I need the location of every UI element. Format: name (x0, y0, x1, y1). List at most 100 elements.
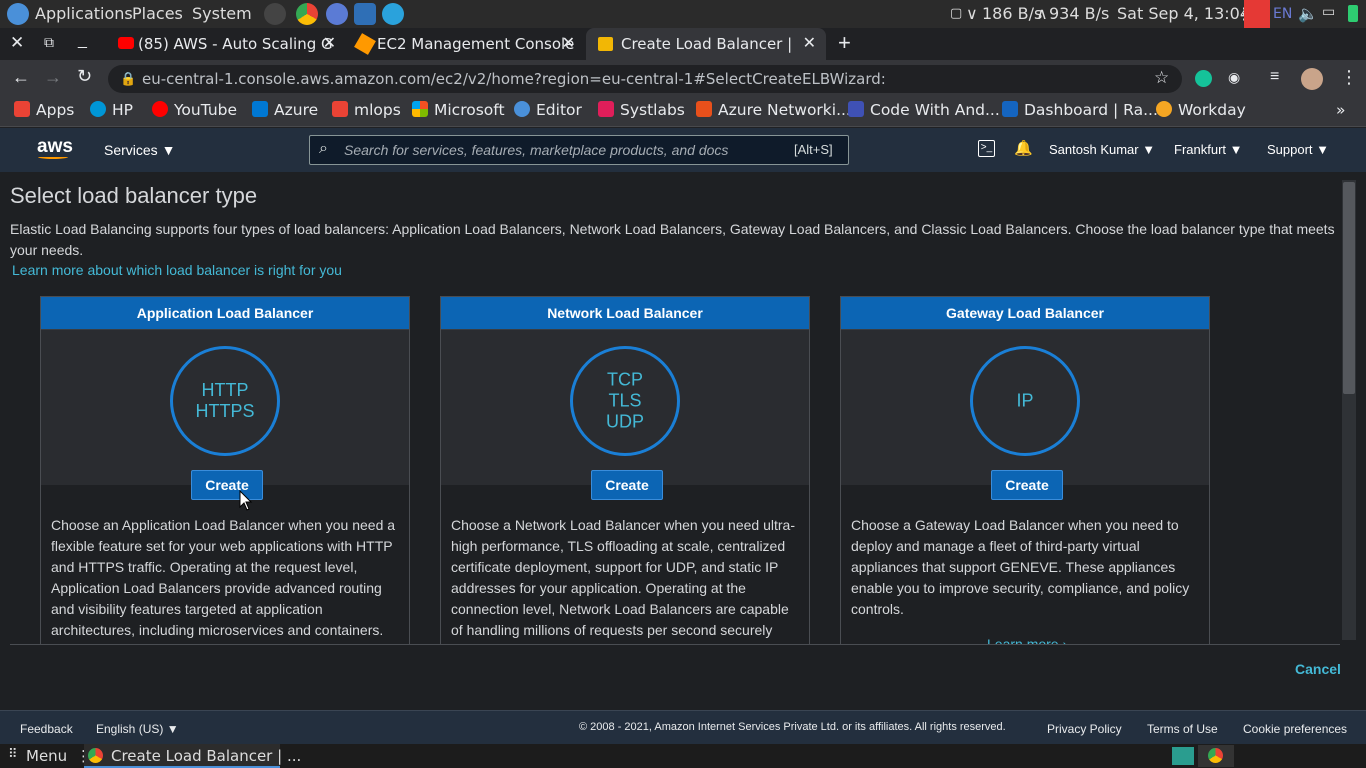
bookmark-microsoft[interactable]: Microsoft (412, 101, 505, 119)
chrome-icon (88, 748, 103, 763)
taskbar-window-button[interactable]: Create Load Balancer | ... (84, 744, 301, 768)
feedback-link[interactable]: Feedback (20, 722, 73, 736)
terminal-launcher-icon[interactable] (264, 3, 286, 25)
bookmark-hp[interactable]: HP (90, 101, 133, 119)
vscode-launcher-icon[interactable] (354, 3, 376, 25)
privacy-policy-link[interactable]: Privacy Policy (1047, 722, 1122, 736)
app-tray-icon[interactable] (1244, 0, 1270, 28)
learn-more-link[interactable]: Learn more about which load balancer is … (12, 262, 342, 278)
minimize-window-icon[interactable]: _ (78, 32, 87, 50)
protocol-label: HTTP HTTPS (195, 380, 255, 421)
bookmark-editor[interactable]: Editor (514, 101, 582, 119)
notifications-bell-icon[interactable]: 🔔 (1014, 139, 1033, 157)
search-input[interactable] (344, 141, 774, 159)
bookmark-code-with-andrea[interactable]: Code With And... (848, 101, 1000, 119)
create-nlb-button[interactable]: Create (591, 470, 663, 500)
aws-smile-icon (38, 155, 68, 159)
reload-icon[interactable]: ↻ (77, 66, 92, 87)
lock-icon[interactable]: 🔒 (120, 71, 136, 87)
language-selector[interactable]: English (US) ▼ (96, 722, 179, 736)
places-menu[interactable]: Places (132, 4, 183, 23)
url-text[interactable]: eu-central-1.console.aws.amazon.com/ec2/… (142, 70, 886, 88)
main-content: Select load balancer type Elastic Load B… (0, 172, 1366, 710)
workspace-2[interactable] (1198, 745, 1234, 767)
telegram-launcher-icon[interactable] (382, 3, 404, 25)
start-menu[interactable]: Menu (26, 747, 67, 765)
tab-create-load-balancer[interactable]: Create Load Balancer | EC ✕ (586, 28, 826, 60)
close-tab-icon[interactable]: ✕ (323, 33, 336, 52)
omnibox[interactable]: 🔒 eu-central-1.console.aws.amazon.com/ec… (108, 65, 1182, 93)
bookmark-systlabs[interactable]: Systlabs (598, 101, 685, 119)
card-title: Network Load Balancer (441, 297, 809, 330)
code-icon (848, 101, 864, 117)
cancel-button[interactable]: Cancel (1295, 661, 1341, 677)
bookmark-dashboard[interactable]: Dashboard | Ra... (1002, 101, 1158, 119)
protocol-circle: TCP TLS UDP (570, 346, 680, 456)
protocol-circle: IP (970, 346, 1080, 456)
forward-icon[interactable]: → (44, 67, 62, 88)
search-icon: ⌕ (319, 140, 328, 157)
grammarly-extension-icon[interactable] (1195, 70, 1212, 87)
tab-ec2-console[interactable]: EC2 Management Console ✕ (347, 28, 585, 60)
display-icon[interactable]: ▭ (1322, 4, 1335, 20)
services-menu[interactable]: Services ▼ (104, 142, 175, 158)
bookmark-mlops[interactable]: mlops (332, 101, 401, 119)
window-icon: ▢ (950, 6, 963, 21)
region-menu[interactable]: Frankfurt ▼ (1174, 142, 1243, 157)
create-gwlb-button[interactable]: Create (991, 470, 1063, 500)
reading-list-icon[interactable]: ≡ (1270, 68, 1279, 86)
bookmark-azure[interactable]: Azure (252, 101, 318, 119)
download-arrow-icon: ∨ (966, 4, 978, 23)
restore-window-icon[interactable]: ⧉ (44, 34, 54, 51)
microsoft-icon (412, 101, 428, 117)
search-box[interactable]: ⌕ [Alt+S] (309, 135, 849, 165)
applications-menu[interactable]: Applications (35, 4, 133, 23)
bookmark-azure-networking[interactable]: Azure Networki... (696, 101, 851, 119)
cloudshell-icon[interactable]: >_ (978, 140, 995, 157)
scrollbar[interactable] (1342, 180, 1356, 640)
support-menu[interactable]: Support ▼ (1267, 142, 1329, 157)
card-description: Choose a Gateway Load Balancer when you … (851, 517, 1190, 617)
keyboard-layout[interactable]: EN (1273, 6, 1292, 22)
youtube-icon (152, 101, 168, 117)
scrollbar-thumb[interactable] (1343, 182, 1355, 394)
card-application-load-balancer: Application Load Balancer HTTP HTTPS Cre… (40, 296, 410, 656)
bookmark-apps[interactable]: Apps (14, 101, 74, 119)
account-menu[interactable]: Santosh Kumar ▼ (1049, 142, 1155, 157)
close-tab-icon[interactable]: ✕ (803, 33, 816, 52)
more-bookmarks-icon[interactable]: » (1336, 101, 1345, 119)
bookmarks-bar: Apps HP YouTube Azure mlops Microsoft Ed… (0, 97, 1366, 127)
card-visual: TCP TLS UDP Create (441, 330, 809, 500)
app-launcher-icon[interactable] (326, 3, 348, 25)
clock[interactable]: Sat Sep 4, 13:04 (1117, 4, 1250, 23)
cards-mask (0, 644, 1342, 710)
bookmark-workday[interactable]: Workday (1156, 101, 1246, 119)
menu-grid-icon[interactable]: ⠿ (8, 747, 18, 762)
volume-icon[interactable]: 🔈 (1298, 4, 1318, 23)
bookmark-label: Workday (1178, 101, 1246, 119)
caret-down-icon: ▼ (1316, 142, 1330, 157)
back-icon[interactable]: ← (12, 67, 30, 88)
terms-of-use-link[interactable]: Terms of Use (1147, 722, 1218, 736)
new-tab-icon[interactable]: + (838, 30, 851, 56)
tab-title: Create Load Balancer | EC (621, 35, 796, 53)
bookmark-youtube[interactable]: YouTube (152, 101, 237, 119)
chrome-launcher-icon[interactable] (296, 3, 318, 25)
tab-youtube[interactable]: (85) AWS - Auto Scaling G ✕ (108, 28, 346, 60)
card-network-load-balancer: Network Load Balancer TCP TLS UDP Create… (440, 296, 810, 656)
distro-logo-icon[interactable] (7, 3, 29, 25)
browser-menu-icon[interactable]: ⋮ (1340, 67, 1358, 88)
bookmark-star-icon[interactable]: ☆ (1154, 68, 1169, 88)
aws-console-header: aws Services ▼ ⌕ [Alt+S] >_ 🔔 Santosh Ku… (0, 128, 1366, 172)
search-shortcut: [Alt+S] (794, 142, 833, 157)
bookmark-label: Apps (36, 101, 75, 119)
profile-avatar[interactable] (1301, 68, 1323, 90)
workspace-1[interactable] (1172, 747, 1194, 765)
support-label: Support (1267, 142, 1313, 157)
battery-icon[interactable] (1348, 5, 1358, 22)
close-window-icon[interactable]: ✕ (10, 33, 24, 53)
extension-icon[interactable]: ◉ (1228, 69, 1240, 86)
system-menu[interactable]: System (192, 4, 252, 23)
cookie-preferences-link[interactable]: Cookie preferences (1243, 722, 1347, 736)
close-tab-icon[interactable]: ✕ (562, 33, 575, 52)
